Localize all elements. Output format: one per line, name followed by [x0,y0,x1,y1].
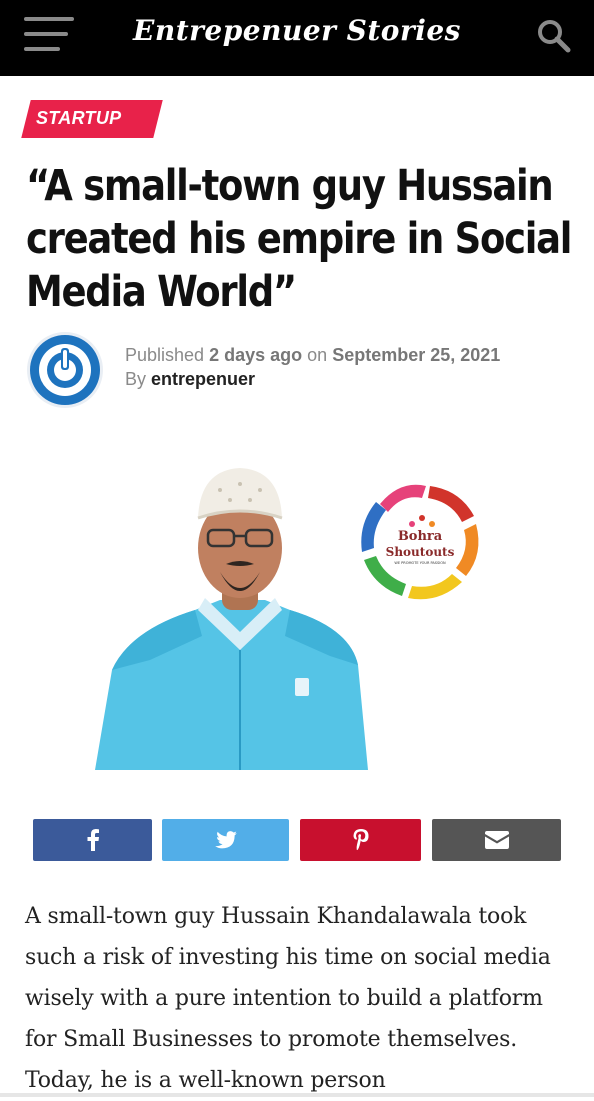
on-label: on [307,345,328,365]
author-line: By entrepenuer [125,367,500,391]
email-icon [484,831,509,849]
search-icon[interactable] [536,18,572,54]
top-navigation-bar: Entrepenuer Stories [0,0,594,76]
logo-text-line2: Shoutouts [386,545,455,559]
share-twitter-button[interactable] [162,819,289,861]
share-email-button[interactable] [432,819,561,861]
facebook-icon [87,829,99,851]
logo-tagline: WE PROMOTE YOUR PASSION [394,561,446,565]
article-body-paragraph: A small-town guy Hussain Khandalawala to… [25,904,551,1093]
published-line: Published 2 days ago on September 25, 20… [125,343,500,367]
article-title: “A small-town guy Hussain created his em… [26,161,572,317]
logo-text-line1: Bohra [398,529,443,544]
share-pinterest-button[interactable] [300,819,421,861]
twitter-icon [214,831,237,849]
article-hero-image: Bohra Shoutouts WE PROMOTE YOUR PASSION [90,460,510,780]
share-facebook-button[interactable] [33,819,152,861]
category-label[interactable]: STARTUP [36,108,121,129]
pinterest-icon [353,829,368,850]
by-label: By [125,369,147,389]
author-avatar[interactable] [26,331,104,409]
published-prefix: Published [125,345,205,365]
bottom-divider [0,1093,594,1097]
publish-date: September 25, 2021 [332,345,501,365]
site-title[interactable]: Entrepenuer Stories [0,14,594,47]
relative-time: 2 days ago [209,345,303,365]
article-meta: Published 2 days ago on September 25, 20… [125,343,500,391]
author-link[interactable]: entrepenuer [151,369,255,389]
